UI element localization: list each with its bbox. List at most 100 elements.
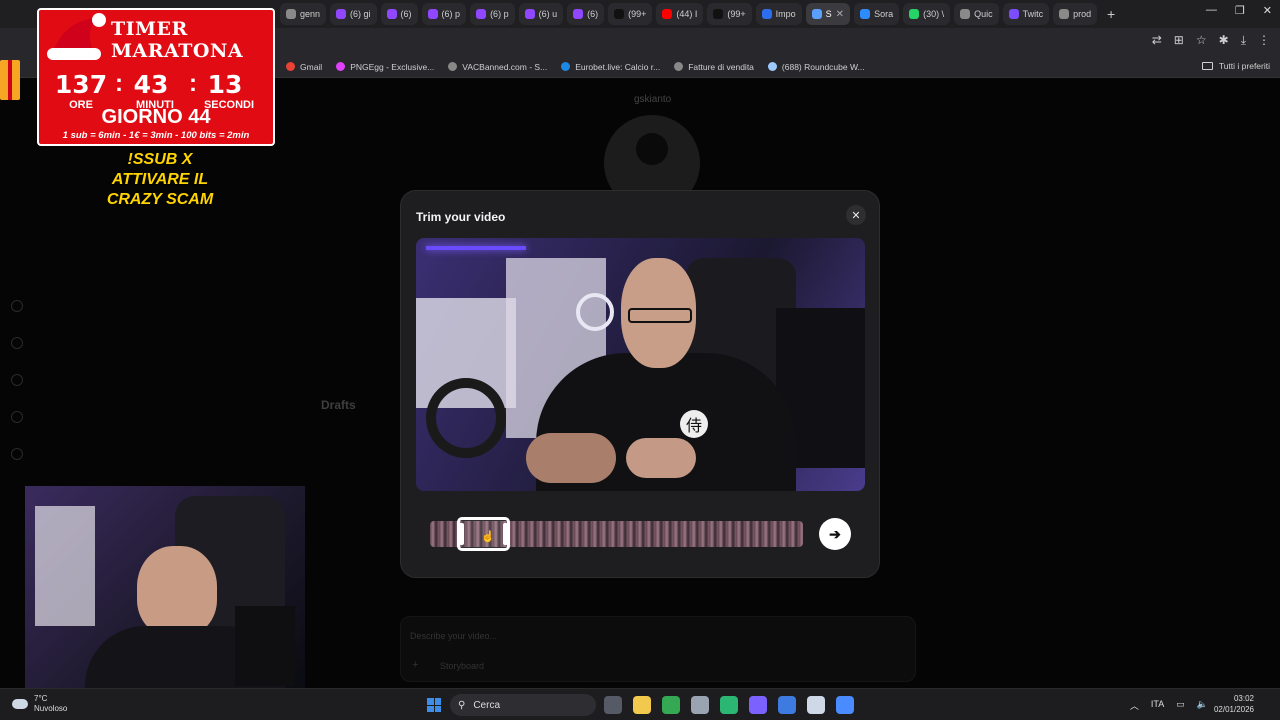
extensions-icon[interactable]: ✱ xyxy=(1219,33,1229,48)
describe-composer[interactable]: Describe your video... + Storyboard xyxy=(400,616,916,682)
bookmark-favicon-icon xyxy=(448,62,458,71)
next-button[interactable]: ➔ xyxy=(819,518,851,550)
install-app-icon[interactable]: ⊞ xyxy=(1174,33,1184,48)
close-tab-icon[interactable]: ✕ xyxy=(836,9,844,20)
tab-label: (6) gi xyxy=(350,9,371,19)
browser-tab[interactable]: (6) xyxy=(380,3,418,25)
taskbar-app-icon[interactable] xyxy=(836,696,854,714)
bookmark-label: Gmail xyxy=(300,61,323,72)
browser-tab[interactable]: prod xyxy=(1053,3,1098,25)
sidebar-icon-home[interactable] xyxy=(11,300,23,312)
tray-overflow-icon[interactable]: ︿ xyxy=(1130,699,1139,712)
browser-tab[interactable]: (6) u xyxy=(518,3,564,25)
browser-tab[interactable]: (44) I xyxy=(656,3,704,25)
tab-label: (99+ xyxy=(628,9,647,19)
profile-name: gskianto xyxy=(634,94,672,105)
sidebar-icon-search[interactable] xyxy=(11,337,23,349)
command-line: ATTIVARE IL xyxy=(111,171,209,188)
taskbar-clock[interactable]: 03:02 02/01/2026 xyxy=(1214,693,1254,715)
browser-tab[interactable]: S ✕ xyxy=(805,3,851,25)
tab-label: S xyxy=(825,9,832,19)
close-dialog-button[interactable]: ✕ xyxy=(846,205,866,225)
minimize-button[interactable]: — xyxy=(1206,4,1217,17)
bookmark-item[interactable]: (688) Roundcube W... xyxy=(767,62,865,72)
taskbar-app-icon[interactable] xyxy=(807,696,825,714)
translate-icon[interactable]: ⇄ xyxy=(1152,33,1162,48)
browser-tab[interactable]: (99+ xyxy=(608,3,653,25)
preview-glasses xyxy=(628,308,692,323)
taskbar-app-icon[interactable] xyxy=(691,696,709,714)
tab-favicon-icon xyxy=(614,9,625,19)
browser-tab[interactable]: Impo xyxy=(755,3,802,25)
taskbar-app-icon[interactable] xyxy=(749,696,767,714)
browser-tab[interactable]: Twitc xyxy=(1002,3,1050,25)
tab-favicon-icon xyxy=(662,9,673,19)
avatar-head xyxy=(636,133,668,165)
browser-tab[interactable]: (6) xyxy=(567,3,605,25)
browser-tab[interactable]: Quic xyxy=(954,3,999,25)
close-window-button[interactable]: ✕ xyxy=(1263,4,1272,17)
preview-arm xyxy=(526,433,616,483)
taskbar-search[interactable]: ⚲ Cerca xyxy=(450,694,596,716)
taskbar-app-icon[interactable] xyxy=(778,696,796,714)
browser-tab[interactable]: (30) \ xyxy=(903,3,951,25)
bookmark-item[interactable]: VACBanned.com - S... xyxy=(448,62,547,72)
window-controls: — ❐ ✕ xyxy=(1206,4,1272,17)
tab-favicon-icon xyxy=(909,9,920,19)
new-tab-button[interactable]: + xyxy=(1101,4,1121,24)
all-bookmarks-label: Tutti i preferiti xyxy=(1218,61,1270,71)
taskbar-app-icon[interactable] xyxy=(633,696,651,714)
browser-tab[interactable]: (99+ xyxy=(707,3,752,25)
tab-favicon-icon xyxy=(476,9,487,19)
tab-label: Impo xyxy=(775,9,796,19)
tab-favicon-icon xyxy=(286,9,296,19)
start-button[interactable] xyxy=(427,698,441,712)
bookmark-item[interactable]: PNGEgg - Exclusive... xyxy=(336,62,434,72)
network-icon[interactable]: ▭ xyxy=(1176,699,1185,712)
sidebar-icon-trophy[interactable] xyxy=(11,374,23,386)
sidebar-icon-profile[interactable] xyxy=(11,448,23,460)
browser-tab[interactable]: (6) p xyxy=(470,3,515,25)
bookmark-item[interactable]: Fatture di vendita xyxy=(674,62,754,72)
system-tray: ︿ ITA ▭ 🔈 xyxy=(1130,699,1208,712)
browser-tab[interactable]: (6) p xyxy=(421,3,467,25)
bookmark-item[interactable]: Eurobet.live: Calcio r... xyxy=(561,62,660,72)
windows-taskbar: 7°C Nuvoloso ⚲ Cerca ︿ ITA ▭ 🔈 03:02 02/… xyxy=(0,688,1280,720)
bookmark-star-icon[interactable]: ☆ xyxy=(1196,33,1207,48)
tab-favicon-icon xyxy=(860,9,871,19)
bookmark-label: PNGEgg - Exclusive... xyxy=(350,61,435,72)
clock-time: 03:02 xyxy=(1233,694,1254,703)
browser-tab[interactable]: (6) gi xyxy=(330,3,377,25)
webcam-feed xyxy=(25,486,305,688)
steering-wheel xyxy=(426,378,506,458)
taskbar-app-icon[interactable] xyxy=(662,696,680,714)
downloads-icon[interactable]: ⤓ xyxy=(1241,33,1246,48)
menu-icon[interactable]: ⋮ xyxy=(1258,33,1270,48)
taskbar-app-icon[interactable] xyxy=(604,696,622,714)
sidebar-icon-activity[interactable] xyxy=(11,411,23,423)
video-preview[interactable]: 侍 xyxy=(416,238,865,491)
tab-strip: genn (6) gi (6) (6) p (6) p (6) u (6) (99+ (44) … xyxy=(280,3,1101,25)
weather-widget[interactable]: 7°C Nuvoloso xyxy=(12,694,67,714)
browser-tab[interactable]: genn xyxy=(280,3,327,25)
bookmark-item[interactable]: Gmail xyxy=(286,62,322,72)
all-bookmarks[interactable]: Tutti i preferiti xyxy=(1201,61,1270,71)
volume-icon[interactable]: 🔈 xyxy=(1197,699,1208,712)
command-line: CRAZY SCAM xyxy=(106,191,214,208)
browser-tab[interactable]: Sora xyxy=(854,3,900,25)
weather-condition: Nuvoloso xyxy=(34,704,68,713)
windows-logo-tile xyxy=(434,698,441,705)
timer-rate: 1 sub = 6min - 1€ = 3min - 100 bits = 2m… xyxy=(62,130,250,141)
language-indicator[interactable]: ITA xyxy=(1151,699,1164,712)
tab-favicon-icon xyxy=(761,9,772,19)
preview-hands xyxy=(626,438,696,478)
windows-logo-tile xyxy=(427,705,434,712)
describe-input[interactable]: Describe your video... xyxy=(410,631,497,641)
tab-favicon-icon xyxy=(1059,9,1070,19)
restore-button[interactable]: ❐ xyxy=(1235,4,1245,17)
taskbar-app-icon[interactable] xyxy=(720,696,738,714)
add-icon[interactable]: + xyxy=(412,659,418,671)
sidebar-nav xyxy=(11,300,23,460)
tab-label: (6) xyxy=(400,9,412,19)
storyboard-button[interactable]: Storyboard xyxy=(440,661,484,671)
